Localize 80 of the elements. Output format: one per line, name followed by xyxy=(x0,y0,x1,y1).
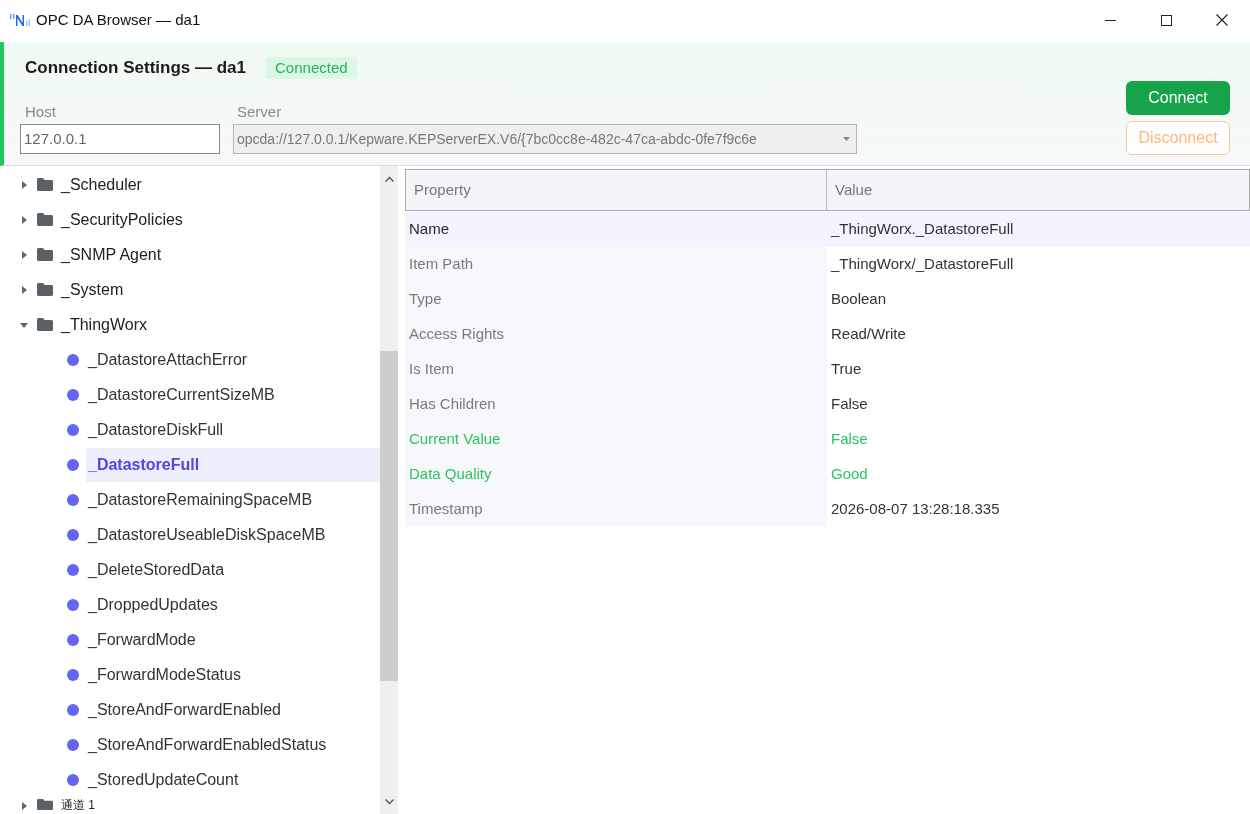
property-cell: Data Quality xyxy=(405,457,827,492)
value-cell-text: False xyxy=(830,394,869,415)
tree-tag-item[interactable]: _DatastoreDiskFull xyxy=(86,412,380,447)
property-cell: Access Rights xyxy=(405,317,827,352)
tree-tag-item[interactable]: _StoredUpdateCount xyxy=(86,762,380,797)
tree-folder-item[interactable]: _Scheduler xyxy=(0,167,380,202)
folder-icon xyxy=(37,318,53,331)
caret-right-icon[interactable] xyxy=(20,180,28,189)
property-cell: Timestamp xyxy=(405,492,827,527)
folder-icon xyxy=(37,213,53,226)
scroll-down-icon[interactable] xyxy=(384,799,394,805)
caret-down-icon[interactable] xyxy=(20,320,28,329)
tag-dot-icon xyxy=(67,528,79,541)
tag-dot-icon xyxy=(67,633,79,646)
tag-dot-icon xyxy=(67,598,79,611)
window-title: OPC DA Browser — da1 xyxy=(36,9,201,30)
folder-icon xyxy=(37,799,53,810)
column-header[interactable]: Property xyxy=(406,170,827,210)
minimize-icon[interactable] xyxy=(1104,19,1116,21)
tree-tag-item[interactable]: _DatastoreAttachError xyxy=(86,342,380,377)
connection-status-badge: Connected xyxy=(266,57,357,79)
caret-right-icon[interactable] xyxy=(20,250,28,259)
panel-title: Connection Settings — da1 xyxy=(24,57,248,80)
tag-dot-icon xyxy=(67,458,79,471)
tag-dot-icon xyxy=(67,388,79,401)
tree-folder-item[interactable]: 通道 1 xyxy=(0,797,380,812)
value-cell-text: Good xyxy=(830,464,869,485)
tree-folder-item[interactable]: _SNMP Agent xyxy=(0,237,380,272)
value-cell-text: 2026-08-07 13:28:18.335 xyxy=(830,499,1001,520)
tag-dot-icon xyxy=(67,563,79,576)
caret-right-icon[interactable] xyxy=(20,802,28,810)
server-label: Server xyxy=(236,102,283,121)
caret-right-icon[interactable] xyxy=(20,285,28,294)
tree-tag-item[interactable]: _DatastoreRemainingSpaceMB xyxy=(86,482,380,517)
tree-scrollbar[interactable] xyxy=(380,166,398,814)
tree-tag-item[interactable]: _DroppedUpdates xyxy=(86,587,380,622)
tag-dot-icon xyxy=(67,703,79,716)
scroll-up-icon[interactable] xyxy=(384,176,394,182)
tree-tag-item[interactable]: _DatastoreUseableDiskSpaceMB xyxy=(86,517,380,552)
tree-tag-item[interactable]: _ForwardModeStatus xyxy=(86,657,380,692)
property-cell: Item Path xyxy=(405,247,827,282)
tree-folder-item[interactable]: _SecurityPolicies xyxy=(0,202,380,237)
host-label: Host xyxy=(24,102,57,121)
property-cell: Has Children xyxy=(405,387,827,422)
tree-tag-item[interactable]: _DatastoreFull xyxy=(86,447,380,482)
tree-tag-item[interactable]: _StoreAndForwardEnabled xyxy=(86,692,380,727)
value-cell-text: Read/Write xyxy=(830,324,907,345)
tag-dot-icon xyxy=(67,423,79,436)
close-icon[interactable] xyxy=(1216,14,1228,26)
tag-dot-icon xyxy=(67,773,79,786)
tag-dot-icon xyxy=(67,493,79,506)
tag-dot-icon xyxy=(67,668,79,681)
tree-tag-item[interactable]: _DatastoreCurrentSizeMB xyxy=(86,377,380,412)
property-cell: Type xyxy=(405,282,827,317)
folder-icon xyxy=(37,283,53,296)
tree-folder-item[interactable]: _ThingWorx xyxy=(0,307,380,342)
column-header[interactable]: Value xyxy=(827,170,1249,210)
property-cell: Current Value xyxy=(405,422,827,457)
folder-icon xyxy=(37,248,53,261)
host-input[interactable]: 127.0.0.1 xyxy=(20,124,220,154)
scrollbar-thumb[interactable] xyxy=(380,351,398,681)
value-cell-text: _ThingWorx/_DatastoreFull xyxy=(829,254,1015,275)
table-row[interactable]: Name _ThingWorx._DatastoreFull xyxy=(405,212,1250,247)
value-cell-text: Boolean xyxy=(830,289,888,310)
caret-right-icon[interactable] xyxy=(20,215,28,224)
caret-icon xyxy=(843,137,850,141)
tree-tag-item[interactable]: _StoreAndForwardEnabledStatus xyxy=(86,727,380,762)
tree-folder-item[interactable]: _System xyxy=(0,272,380,307)
tag-dot-icon xyxy=(67,353,79,366)
value-cell-text: _ThingWorx._DatastoreFull xyxy=(829,219,1015,240)
property-cell-text: Name xyxy=(408,219,450,240)
value-cell-text: True xyxy=(830,359,863,380)
value-cell-text: False xyxy=(830,429,869,450)
tree-tag-item[interactable]: _ForwardMode xyxy=(86,622,380,657)
tag-dot-icon xyxy=(67,738,79,751)
app-logo-icon xyxy=(10,14,30,26)
tree-tag-item[interactable]: _DeleteStoredData xyxy=(86,552,380,587)
property-cell: Is Item xyxy=(405,352,827,387)
folder-icon xyxy=(37,178,53,191)
maximize-icon[interactable] xyxy=(1160,14,1172,26)
